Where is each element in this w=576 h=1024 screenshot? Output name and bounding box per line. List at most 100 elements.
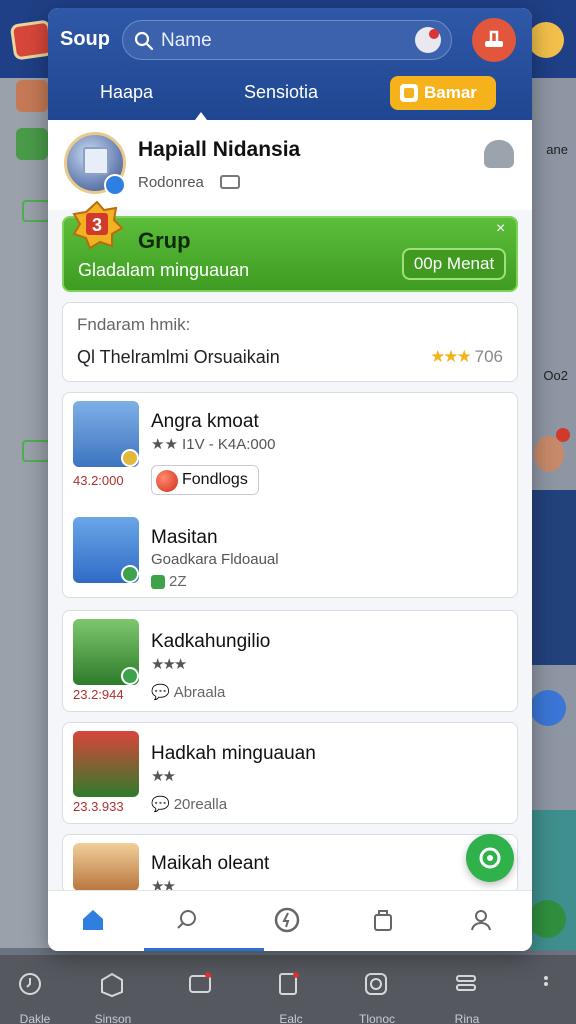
filter-card[interactable]: Fndaram hmik: Ql Thelramlmi Orsuaikain ★… — [62, 302, 518, 382]
item-title: Maikah oleant — [151, 853, 270, 874]
chip-label: Fondlogs — [182, 471, 248, 488]
verified-badge-icon — [104, 174, 126, 196]
modal-header: Soup Name Haapa Sensiotia Bamar — [48, 8, 532, 120]
chat-add-icon — [479, 847, 501, 869]
background-side-text: ane — [546, 142, 568, 157]
bottom-nav — [48, 890, 532, 951]
background-ticket-icon — [22, 440, 50, 462]
list-item[interactable]: Kadkahungilio ★★★ 23.2:944 💬 Abraala — [62, 610, 518, 712]
item-comment-count: 2Z — [169, 573, 187, 590]
header-action-button[interactable] — [472, 18, 516, 62]
rating-stars: ★★★ — [430, 347, 472, 366]
background-ticket-icon — [22, 200, 50, 222]
lightning-icon — [274, 907, 300, 933]
rating-value: 706 — [474, 347, 503, 366]
level-badge-icon: 3 — [72, 200, 124, 250]
nav-search[interactable] — [172, 905, 202, 935]
wallet-icon — [400, 84, 418, 102]
profile-options-icon[interactable] — [484, 140, 514, 168]
bucket-icon — [485, 30, 503, 47]
group-modal: Soup Name Haapa Sensiotia Bamar Hapiall … — [48, 8, 532, 951]
background-avatar — [534, 436, 564, 472]
group-join-button-label: 00p Menat — [413, 254, 495, 273]
profile-subtitle: Rodonrea — [138, 174, 204, 191]
tab-sensiotia[interactable]: Sensiotia — [244, 82, 318, 103]
comment-icon: 💬 — [151, 796, 170, 813]
item-title: Kadkahungilio — [151, 631, 271, 652]
background-fab — [530, 690, 566, 726]
group-title: Grup — [138, 228, 191, 253]
group-subtitle: Gladalam minguauan — [78, 260, 250, 280]
box-icon — [83, 147, 109, 175]
background-nav-label: Sinson — [94, 1012, 132, 1024]
nav-activity[interactable] — [272, 905, 302, 935]
list-item[interactable]: Angra kmoat ★★ I1V - K4A:000 43.2:000 Fo… — [62, 392, 518, 598]
item-price: 43.2:000 — [73, 473, 124, 488]
close-icon[interactable]: × — [496, 221, 510, 237]
badge-icon — [121, 565, 139, 583]
home-icon — [83, 910, 103, 930]
bag-icon — [374, 910, 392, 931]
background-nav-chat-icon — [180, 970, 220, 1010]
background-nav-label: Rina — [454, 1012, 480, 1024]
item-comment-text: 20realla — [173, 795, 228, 813]
background-nav-box-icon — [92, 970, 132, 1010]
item-price: 23.3.933 — [73, 799, 124, 814]
background-more-icon — [526, 970, 566, 1010]
background-nav-history-icon — [10, 970, 50, 1010]
badge-icon — [121, 449, 139, 467]
person-icon — [471, 910, 491, 931]
search-input[interactable]: Name — [122, 20, 452, 60]
search-value: Name — [161, 30, 212, 51]
profile-card[interactable]: Hapiall Nidansia Rodonrea — [48, 120, 532, 210]
bamar-button-label: Bamar — [424, 83, 477, 102]
active-tab-indicator — [195, 112, 207, 120]
add-fab-button[interactable] — [466, 834, 514, 882]
item-meta: ★★ I1V - K4A:000 — [151, 436, 276, 453]
background-nav-label: Ealc — [279, 1012, 303, 1024]
balloon-icon — [156, 470, 178, 492]
background-nav-record-icon — [356, 970, 396, 1010]
nav-shop[interactable] — [368, 905, 398, 935]
background-nav-list-icon — [446, 970, 486, 1010]
comment-icon: 💬 — [151, 684, 170, 701]
header-title: Soup — [60, 28, 110, 50]
item-rating: ★★★ — [151, 656, 187, 673]
nav-home[interactable] — [78, 905, 108, 935]
group-join-button[interactable]: 00p Menat — [402, 248, 506, 280]
item-title: Angra kmoat — [151, 411, 259, 432]
background-avatar — [16, 128, 48, 160]
item-comment: 2Z — [151, 573, 187, 590]
badge-icon — [121, 667, 139, 685]
item-title: Masitan — [151, 527, 218, 548]
item-rating: ★★ — [151, 768, 176, 785]
background-nav-file-icon — [268, 970, 308, 1010]
camera-icon — [220, 175, 240, 189]
background-blue-block — [530, 490, 576, 665]
search-icon — [177, 910, 196, 929]
item-meta: Goadkara Fldoaual — [151, 551, 279, 568]
list-item[interactable]: Hadkah minguauan ★★ 23.3.933 💬 20realla — [62, 722, 518, 824]
item-thumbnail — [73, 843, 139, 891]
item-comment-text: Abraala — [173, 683, 226, 701]
search-icon — [134, 31, 154, 51]
user-avatar-icon[interactable] — [415, 27, 441, 53]
active-nav-indicator — [144, 948, 264, 951]
fondlogs-chip[interactable]: Fondlogs — [151, 465, 259, 495]
background-nav-label: Tlonoc — [358, 1012, 396, 1024]
filter-label: Fndaram hmik: — [77, 315, 191, 334]
bamar-button[interactable]: Bamar — [390, 76, 496, 110]
level-number: 3 — [92, 215, 102, 235]
background-avatar — [16, 80, 48, 112]
notification-badge — [429, 29, 439, 39]
background-fab — [528, 900, 566, 938]
list-item[interactable]: Maikah oleant ★★ — [62, 834, 518, 895]
group-banner[interactable]: 3 Grup Gladalam minguauan × 00p Menat — [62, 200, 518, 292]
filter-text: Ql Thelramlmi Orsuaikain — [77, 347, 280, 367]
profile-name: Hapiall Nidansia — [138, 138, 301, 161]
item-comment[interactable]: 💬 20realla — [151, 795, 228, 814]
item-comment[interactable]: 💬 Abraala — [151, 683, 226, 702]
nav-profile[interactable] — [466, 905, 496, 935]
item-thumbnail — [73, 731, 139, 797]
tab-haapa[interactable]: Haapa — [100, 82, 153, 103]
